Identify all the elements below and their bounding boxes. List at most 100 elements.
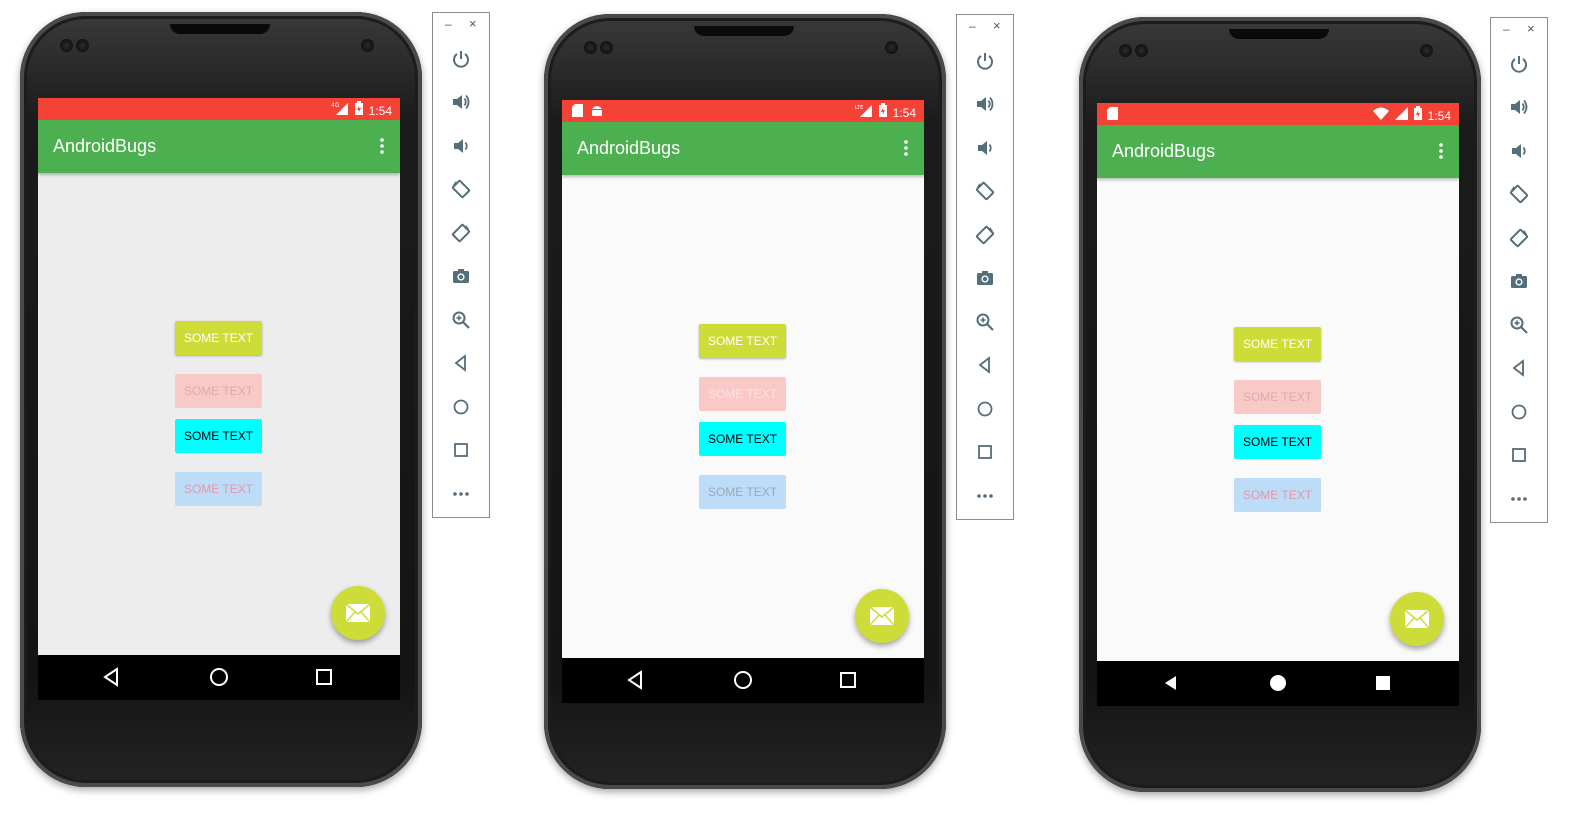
app-title: AndroidBugs	[1112, 141, 1216, 161]
battery-charging-icon	[354, 101, 363, 120]
some-text-button-2[interactable]: SOME TEXT	[699, 377, 786, 411]
some-text-button-3[interactable]: SOME TEXT	[175, 419, 262, 453]
some-text-button-1[interactable]: SOME TEXT	[699, 324, 786, 358]
back-icon[interactable]	[625, 669, 647, 691]
fab-email-button[interactable]	[331, 586, 385, 640]
email-icon	[869, 606, 895, 626]
overview-icon[interactable]	[433, 429, 489, 473]
zoom-icon[interactable]	[957, 300, 1013, 344]
home-icon[interactable]	[208, 666, 230, 688]
volume-up-icon[interactable]	[957, 83, 1013, 127]
network-label: LTE	[855, 105, 863, 111]
app-bar: AndroidBugs	[1097, 125, 1459, 178]
some-text-button-2[interactable]: SOME TEXT	[1234, 380, 1321, 414]
some-text-button-2[interactable]: SOME TEXT	[175, 374, 262, 408]
front-camera-icon	[361, 39, 374, 52]
email-icon	[345, 603, 371, 623]
phone-frame-right: 1:54 AndroidBugs SOME TEXT SOME TEXT SOM…	[1079, 17, 1481, 792]
sd-card-icon	[572, 104, 583, 122]
phone-frame-left: 4G 1:54 AndroidBugs SOME TEXT SOME TEXT …	[20, 12, 422, 787]
zoom-icon[interactable]	[433, 298, 489, 342]
minimize-button[interactable]: –	[969, 19, 976, 33]
fab-email-button[interactable]	[1390, 592, 1444, 646]
minimize-button[interactable]: –	[1503, 22, 1510, 36]
status-time: 1:54	[368, 103, 392, 118]
home-icon[interactable]	[957, 387, 1013, 431]
more-icon[interactable]	[957, 474, 1013, 518]
device-screen: LTE 1:54 AndroidBugs SOME TEXT SOME TEXT…	[562, 100, 924, 703]
overview-icon[interactable]	[957, 431, 1013, 475]
camera-icon[interactable]	[433, 255, 489, 299]
app-title: AndroidBugs	[53, 136, 157, 156]
sensor-icon	[60, 39, 73, 52]
overview-icon[interactable]	[1491, 434, 1547, 478]
rotate-left-icon[interactable]	[1491, 173, 1547, 217]
home-icon[interactable]	[433, 385, 489, 429]
home-icon[interactable]	[732, 669, 754, 691]
app-bar: AndroidBugs	[38, 120, 400, 173]
more-icon[interactable]	[1491, 477, 1547, 521]
rotate-right-icon[interactable]	[957, 213, 1013, 257]
close-button[interactable]: ×	[1527, 21, 1535, 36]
rotate-right-icon[interactable]	[433, 211, 489, 255]
volume-down-icon[interactable]	[433, 124, 489, 168]
some-text-button-4[interactable]: SOME TEXT	[699, 475, 786, 509]
close-button[interactable]: ×	[469, 16, 477, 31]
home-icon[interactable]	[1267, 672, 1289, 694]
some-text-button-4[interactable]: SOME TEXT	[1234, 478, 1321, 512]
some-text-button-3[interactable]: SOME TEXT	[1234, 425, 1321, 459]
sensor-icon	[76, 39, 89, 52]
overflow-menu-icon[interactable]	[904, 140, 908, 161]
home-icon[interactable]	[1491, 390, 1547, 434]
battery-charging-icon	[878, 103, 887, 122]
back-icon[interactable]	[957, 344, 1013, 388]
overview-icon[interactable]	[1372, 672, 1394, 694]
device-screen: 4G 1:54 AndroidBugs SOME TEXT SOME TEXT …	[38, 98, 400, 700]
camera-icon[interactable]	[1491, 260, 1547, 304]
rotate-left-icon[interactable]	[433, 168, 489, 212]
rotate-right-icon[interactable]	[1491, 216, 1547, 260]
lte-signal-icon: LTE	[855, 103, 873, 122]
back-icon[interactable]	[433, 342, 489, 386]
wifi-icon	[1372, 107, 1389, 125]
camera-icon[interactable]	[957, 257, 1013, 301]
earpiece	[694, 26, 794, 36]
app-bar: AndroidBugs	[562, 122, 924, 175]
power-icon[interactable]	[433, 37, 489, 81]
minimize-button[interactable]: –	[445, 17, 452, 31]
volume-down-icon[interactable]	[957, 126, 1013, 170]
sd-card-icon	[1107, 107, 1118, 125]
navigation-bar	[562, 658, 924, 703]
some-text-button-1[interactable]: SOME TEXT	[175, 321, 262, 355]
front-camera-icon	[885, 41, 898, 54]
email-icon	[1404, 609, 1430, 629]
app-title: AndroidBugs	[577, 138, 681, 158]
zoom-icon[interactable]	[1491, 303, 1547, 347]
power-icon[interactable]	[1491, 42, 1547, 86]
some-text-button-1[interactable]: SOME TEXT	[1234, 327, 1321, 361]
battery-charging-icon	[1413, 106, 1422, 125]
fab-email-button[interactable]	[855, 589, 909, 643]
navigation-bar	[1097, 661, 1459, 706]
emulator-toolbar: – ×	[956, 14, 1014, 520]
back-icon[interactable]	[1160, 672, 1182, 694]
back-icon[interactable]	[1491, 347, 1547, 391]
overflow-menu-icon[interactable]	[1439, 143, 1443, 164]
overview-icon[interactable]	[313, 666, 335, 688]
close-button[interactable]: ×	[993, 18, 1001, 33]
back-icon[interactable]	[101, 666, 123, 688]
rotate-left-icon[interactable]	[957, 170, 1013, 214]
emulator-toolbar: – ×	[432, 12, 490, 518]
status-time: 1:54	[1427, 108, 1451, 123]
volume-up-icon[interactable]	[433, 81, 489, 125]
overflow-menu-icon[interactable]	[380, 138, 384, 159]
volume-down-icon[interactable]	[1491, 129, 1547, 173]
some-text-button-4[interactable]: SOME TEXT	[175, 472, 262, 506]
some-text-button-3[interactable]: SOME TEXT	[699, 422, 786, 456]
4g-signal-icon: 4G	[331, 101, 349, 120]
power-icon[interactable]	[957, 39, 1013, 83]
network-label: 4G	[331, 102, 340, 109]
volume-up-icon[interactable]	[1491, 86, 1547, 130]
overview-icon[interactable]	[837, 669, 859, 691]
more-icon[interactable]	[433, 472, 489, 516]
